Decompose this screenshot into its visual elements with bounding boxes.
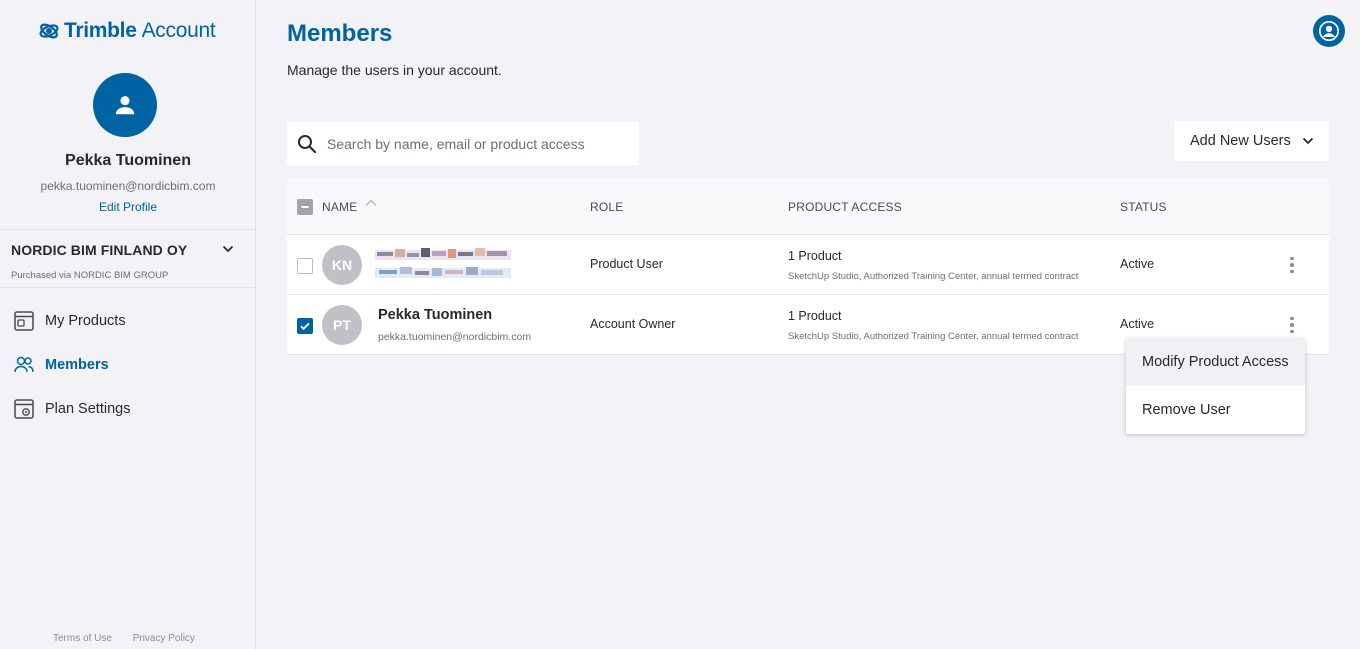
row-actions-button[interactable] <box>1283 254 1301 276</box>
user-icon <box>115 96 135 115</box>
profile-name: Pekka Tuominen <box>65 152 191 169</box>
modify-product-access-menu-item[interactable]: Modify Product Access <box>1126 338 1305 386</box>
members-table: NAME ROLE PRODUCT ACCESS STATUS KN Produ… <box>287 179 1329 355</box>
member-product-access: 1 Product <box>788 309 842 323</box>
member-product-access: 1 Product <box>788 249 842 263</box>
plan-settings-icon <box>12 397 36 421</box>
row-checkbox[interactable] <box>297 318 313 334</box>
column-header-name[interactable]: NAME <box>322 200 357 214</box>
brand-name: Trimble <box>64 19 137 42</box>
search-icon <box>298 134 317 153</box>
chevron-down-icon <box>222 245 234 253</box>
remove-user-menu-item[interactable]: Remove User <box>1126 386 1305 434</box>
sidebar-item-label: My Products <box>45 313 126 329</box>
kebab-dot <box>1290 269 1294 274</box>
member-status: Active <box>1120 257 1155 271</box>
member-avatar: PT <box>322 305 362 345</box>
sidebar-item-my-products[interactable]: My Products <box>12 308 126 334</box>
sidebar-item-label: Members <box>45 357 109 373</box>
member-name: Pekka Tuominen <box>378 307 493 323</box>
member-role: Product User <box>590 257 663 271</box>
trimble-logo[interactable]: Trimble Account <box>38 18 216 44</box>
row-actions-button[interactable] <box>1283 314 1301 336</box>
organization-name: NORDIC BIM FINLAND OY <box>11 242 188 258</box>
redacted-member-name <box>375 248 511 278</box>
column-header-product-access: PRODUCT ACCESS <box>788 200 902 214</box>
terms-of-use-link[interactable]: Terms of Use <box>53 633 112 644</box>
page-subtitle: Manage the users in your account. <box>287 62 502 78</box>
organization-selector[interactable]: NORDIC BIM FINLAND OY <box>11 242 241 258</box>
user-icon <box>1319 21 1339 41</box>
page-title: Members <box>287 20 393 47</box>
member-email: pekka.tuominen@nordicbim.com <box>378 331 532 343</box>
add-new-users-button[interactable]: Add New Users <box>1174 121 1329 161</box>
organization-purchased-via: Purchased via NORDIC BIM GROUP <box>11 270 169 281</box>
select-all-checkbox[interactable] <box>297 199 313 215</box>
privacy-policy-link[interactable]: Privacy Policy <box>133 633 195 644</box>
chevron-down-icon <box>1302 137 1313 145</box>
row-actions-menu: Modify Product Access Remove User <box>1126 338 1305 434</box>
profile-email: pekka.tuominen@nordicbim.com <box>40 179 216 193</box>
profile-avatar <box>93 73 157 137</box>
table-header: NAME ROLE PRODUCT ACCESS STATUS <box>287 179 1329 235</box>
kebab-dot <box>1290 256 1294 261</box>
sort-ascending-icon[interactable] <box>364 198 378 208</box>
search-input[interactable] <box>327 135 627 152</box>
sidebar: Trimble Account Pekka Tuominen pekka.tuo… <box>0 0 256 649</box>
brand-product: Account <box>141 19 216 42</box>
column-header-role: ROLE <box>590 200 624 214</box>
kebab-dot <box>1290 323 1294 327</box>
sidebar-item-label: Plan Settings <box>45 401 131 417</box>
table-row[interactable]: KN Product User 1 Product SketchUp Studi… <box>287 235 1329 295</box>
search-box <box>287 122 639 165</box>
kebab-dot <box>1290 329 1294 334</box>
sidebar-item-members[interactable]: Members <box>12 352 109 378</box>
members-icon <box>12 353 36 377</box>
kebab-dot <box>1290 263 1294 267</box>
sidebar-item-plan-settings[interactable]: Plan Settings <box>12 396 130 422</box>
add-new-users-label: Add New Users <box>1190 133 1291 149</box>
member-product-access-detail: SketchUp Studio, Authorized Training Cen… <box>788 331 1079 342</box>
row-checkbox[interactable] <box>297 258 313 274</box>
member-role: Account Owner <box>590 317 676 331</box>
member-status: Active <box>1120 317 1155 331</box>
sidebar-divider <box>0 287 256 288</box>
member-product-access-detail: SketchUp Studio, Authorized Training Cen… <box>788 271 1079 282</box>
products-icon <box>12 309 36 333</box>
account-avatar-button[interactable] <box>1313 15 1345 47</box>
column-header-status: STATUS <box>1120 200 1167 214</box>
trimble-globe-icon <box>39 23 59 39</box>
edit-profile-link[interactable]: Edit Profile <box>0 200 256 214</box>
sidebar-divider <box>0 229 256 230</box>
member-avatar: KN <box>322 245 362 285</box>
kebab-dot <box>1290 316 1294 321</box>
footer-links: Terms of Use Privacy Policy <box>53 633 213 644</box>
checkmark-icon <box>300 322 310 331</box>
minus-icon <box>301 206 309 208</box>
